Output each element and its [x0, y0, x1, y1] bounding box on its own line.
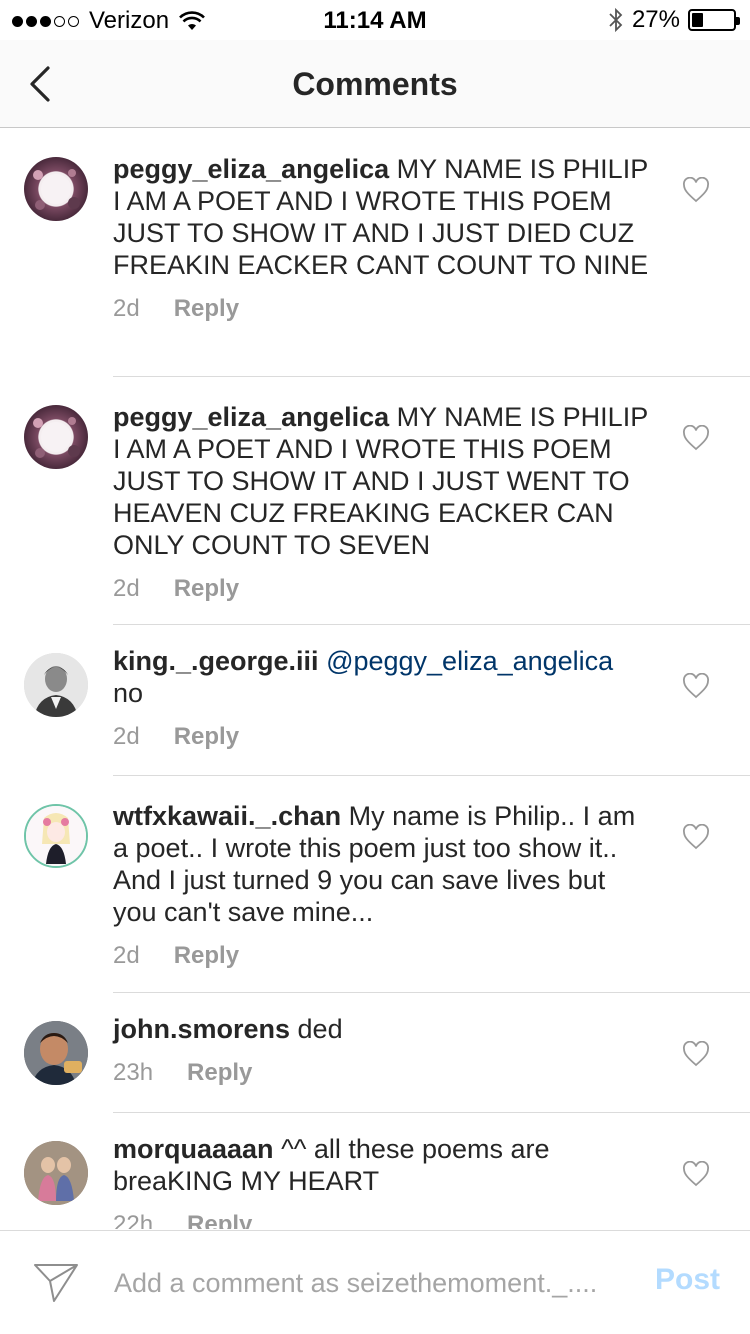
comment-text: peggy_eliza_angelica MY NAME IS PHILIP I…	[113, 401, 653, 561]
comment-item: peggy_eliza_angelica MY NAME IS PHILIP I…	[0, 377, 750, 625]
comment-body: peggy_eliza_angelica MY NAME IS PHILIP I…	[113, 401, 653, 603]
comment-body: king._.george.iii @peggy_eliza_angelican…	[113, 645, 653, 751]
comment-text: wtfxkawaii._.chan My name is Philip.. I …	[113, 800, 653, 928]
comment-username[interactable]: king._.george.iii	[113, 646, 319, 676]
comment-mention[interactable]: @peggy_eliza_angelica	[326, 646, 613, 676]
comment-text: morquaaaan ^^ all these poems are breaKI…	[113, 1133, 653, 1197]
comment-username[interactable]: peggy_eliza_angelica	[113, 154, 389, 184]
comment-message: no	[113, 678, 144, 708]
avatar[interactable]	[24, 157, 88, 221]
comment-input[interactable]	[114, 1261, 634, 1305]
battery-icon	[688, 9, 740, 31]
comment-body: morquaaaan ^^ all these poems are breaKI…	[113, 1133, 653, 1229]
post-button[interactable]: Post	[655, 1263, 720, 1297]
comment-item: john.smorens ded 23h Reply	[0, 993, 750, 1113]
comment-meta: 2d Reply	[113, 295, 653, 323]
comment-time: 2d	[113, 942, 140, 969]
comment-meta: 2d Reply	[113, 723, 653, 751]
comment-text: john.smorens ded	[113, 1013, 653, 1045]
nav-header: Comments	[0, 40, 750, 128]
heart-icon[interactable]	[682, 425, 710, 451]
heart-icon[interactable]	[682, 673, 710, 699]
comment-text: peggy_eliza_angelica MY NAME IS PHILIP I…	[113, 153, 653, 281]
reply-button[interactable]: Reply	[174, 295, 239, 323]
status-bar: Verizon 11:14 AM 27%	[0, 0, 750, 40]
reply-button[interactable]: Reply	[187, 1059, 252, 1087]
heart-icon[interactable]	[682, 177, 710, 203]
bluetooth-icon	[609, 7, 623, 33]
comment-username[interactable]: john.smorens	[113, 1014, 290, 1044]
comment-meta: 22h Reply	[113, 1211, 653, 1229]
comment-meta: 2d Reply	[113, 575, 653, 603]
comment-item: wtfxkawaii._.chan My name is Philip.. I …	[0, 776, 750, 993]
battery-fill	[692, 13, 703, 27]
reply-button[interactable]: Reply	[174, 575, 239, 603]
comment-body: wtfxkawaii._.chan My name is Philip.. I …	[113, 800, 653, 970]
comment-username[interactable]: peggy_eliza_angelica	[113, 402, 389, 432]
heart-icon[interactable]	[682, 1161, 710, 1187]
direct-send-icon[interactable]	[32, 1261, 80, 1305]
comment-text: king._.george.iii @peggy_eliza_angelican…	[113, 645, 653, 709]
avatar[interactable]	[24, 1021, 88, 1085]
comment-message: ded	[290, 1014, 343, 1044]
comment-item: morquaaaan ^^ all these poems are breaKI…	[0, 1113, 750, 1229]
comment-time: 2d	[113, 575, 140, 602]
battery-percent: 27%	[631, 6, 680, 33]
comment-username[interactable]: morquaaaan	[113, 1134, 274, 1164]
heart-icon[interactable]	[682, 824, 710, 850]
comments-list[interactable]: peggy_eliza_angelica MY NAME IS PHILIP I…	[0, 129, 750, 1229]
comment-body: peggy_eliza_angelica MY NAME IS PHILIP I…	[113, 153, 653, 323]
comment-time: 2d	[113, 295, 140, 322]
reply-button[interactable]: Reply	[174, 942, 239, 970]
comment-meta: 2d Reply	[113, 942, 653, 970]
avatar[interactable]	[24, 653, 88, 717]
status-right: 27%	[608, 6, 740, 34]
page-title: Comments	[292, 66, 458, 102]
comment-item: peggy_eliza_angelica MY NAME IS PHILIP I…	[0, 129, 750, 377]
heart-icon[interactable]	[682, 1041, 710, 1067]
comment-item: king._.george.iii @peggy_eliza_angelican…	[0, 625, 750, 776]
comment-body: john.smorens ded 23h Reply	[113, 1013, 653, 1087]
avatar[interactable]	[24, 1141, 88, 1205]
avatar[interactable]	[24, 804, 88, 868]
comment-username[interactable]: wtfxkawaii._.chan	[113, 801, 341, 831]
reply-button[interactable]: Reply	[187, 1211, 252, 1229]
avatar[interactable]	[24, 405, 88, 469]
comment-meta: 23h Reply	[113, 1059, 653, 1087]
comment-time: 2d	[113, 723, 140, 750]
comment-time: 23h	[113, 1059, 154, 1086]
comment-time: 22h	[113, 1211, 154, 1229]
reply-button[interactable]: Reply	[174, 723, 239, 751]
comment-input-bar: Post	[0, 1230, 750, 1334]
